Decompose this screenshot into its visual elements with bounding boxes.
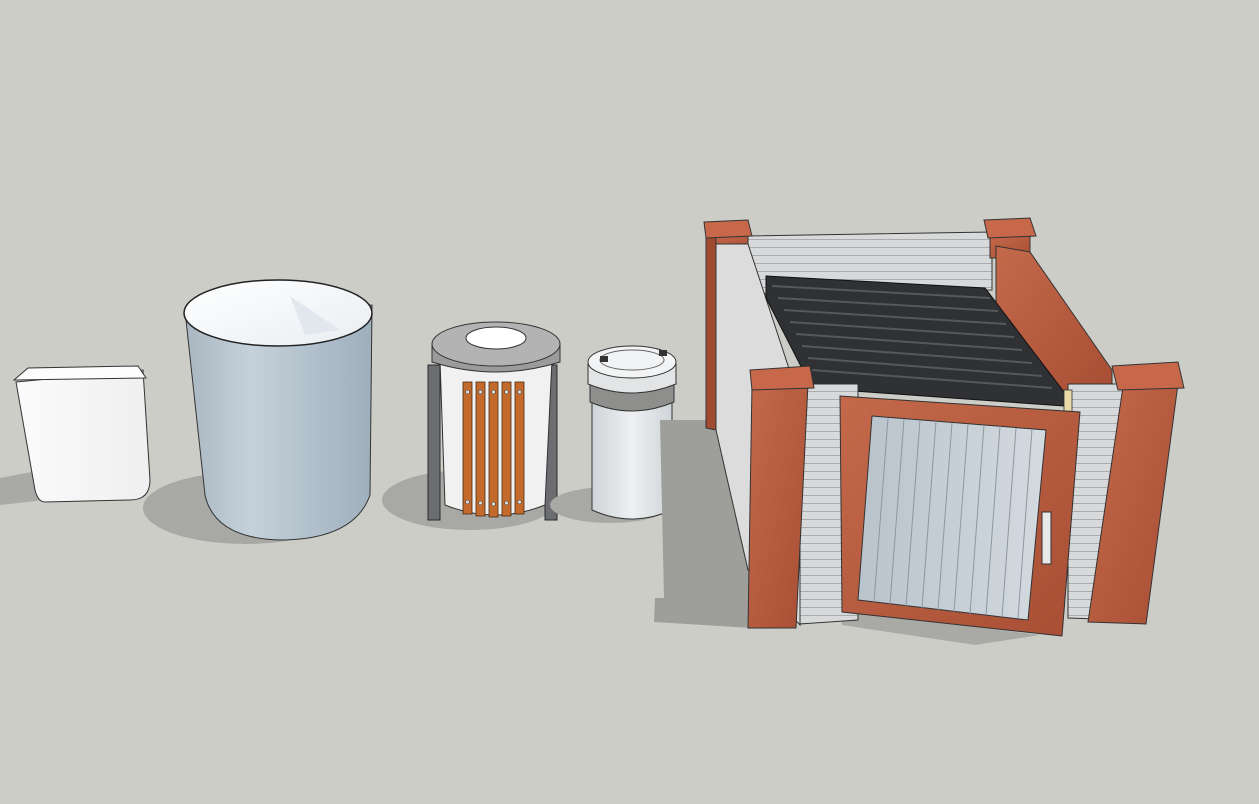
pillar-back-left-cap: [703, 219, 753, 239]
pillar-back-left-side: [705, 235, 717, 431]
cylinder-lidded-bin[interactable]: [550, 345, 677, 523]
small-bin-rim: [12, 365, 147, 381]
large-bin-opening: [183, 279, 373, 347]
slatted-bin-leg-left: [427, 364, 441, 521]
slatted-bin-slats: [462, 381, 525, 518]
pillar-back-right-cap: [983, 217, 1037, 239]
pillar-front-left-cap: [749, 365, 815, 391]
cylinder-bin-body: [591, 399, 673, 520]
large-round-bin[interactable]: [143, 279, 373, 544]
cylinder-bin-latch-left: [600, 356, 608, 362]
small-bin-body: [15, 369, 151, 503]
pillar-front-right-cap: [1111, 361, 1185, 391]
sketchup-viewport[interactable]: [0, 0, 1259, 804]
front-right-trim: [1063, 389, 1073, 413]
slatted-bin-lid-opening: [465, 326, 527, 350]
small-square-bin[interactable]: [0, 365, 151, 505]
slatted-park-bin[interactable]: [382, 321, 561, 530]
cylinder-bin-latch-right: [659, 350, 667, 356]
dumpster-enclosure[interactable]: [654, 217, 1185, 645]
gate-handle[interactable]: [1041, 511, 1052, 565]
